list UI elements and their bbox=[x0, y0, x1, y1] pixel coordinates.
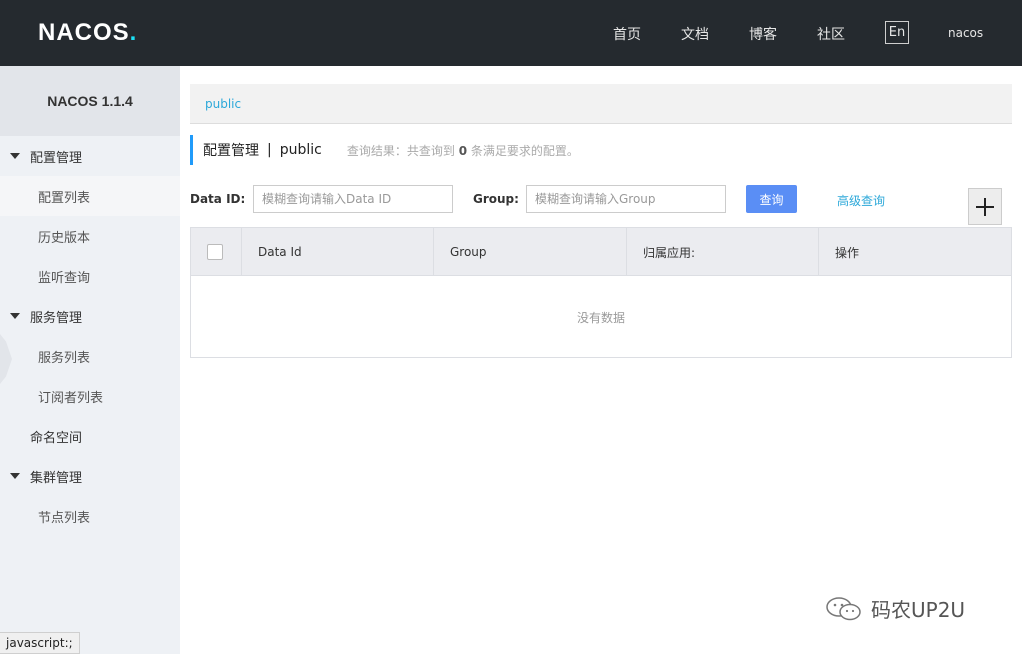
page-namespace: public bbox=[279, 142, 322, 158]
group-input[interactable] bbox=[526, 185, 726, 213]
title-separator: | bbox=[267, 142, 272, 158]
column-actions: 操作 bbox=[835, 245, 860, 260]
caret-down-icon bbox=[10, 153, 20, 159]
wechat-icon bbox=[826, 596, 861, 620]
nav-home[interactable]: 首页 bbox=[613, 24, 641, 44]
sidebar-title: NACOS 1.1.4 bbox=[0, 66, 180, 136]
sidebar: NACOS 1.1.4 配置管理 配置列表 历史版本 监听查询 服务管理 服务列… bbox=[0, 66, 180, 654]
sidebar-item-service-list[interactable]: 服务列表 bbox=[0, 336, 180, 376]
language-toggle-button[interactable]: En bbox=[885, 21, 909, 44]
user-name[interactable]: nacos bbox=[948, 26, 983, 40]
sidebar-item-node-list[interactable]: 节点列表 bbox=[0, 496, 180, 536]
sidebar-item-subscriber-list[interactable]: 订阅者列表 bbox=[0, 376, 180, 416]
select-all-cell bbox=[191, 228, 242, 276]
nav-community[interactable]: 社区 bbox=[817, 24, 845, 44]
nav-docs[interactable]: 文档 bbox=[681, 24, 709, 44]
sidebar-group-service[interactable]: 服务管理 bbox=[0, 296, 180, 336]
sidebar-item-config-list[interactable]: 配置列表 bbox=[0, 176, 180, 216]
sidebar-item-history[interactable]: 历史版本 bbox=[0, 216, 180, 256]
sidebar-group-config[interactable]: 配置管理 bbox=[0, 136, 180, 176]
column-data-id: Data Id bbox=[242, 228, 434, 276]
sidebar-item-namespace[interactable]: 命名空间 bbox=[0, 416, 180, 456]
namespace-link-public[interactable]: public bbox=[205, 97, 241, 111]
nav-blog[interactable]: 博客 bbox=[749, 24, 777, 44]
top-header: NACOS. 首页 文档 博客 社区 En nacos bbox=[0, 0, 1022, 66]
wechat-watermark: 码农UP2U bbox=[825, 594, 965, 623]
column-app: 归属应用: bbox=[627, 228, 819, 276]
namespace-breadcrumb: public bbox=[190, 84, 1012, 124]
group-label: Group: bbox=[473, 192, 519, 206]
sidebar-group-label: 配置管理 bbox=[30, 150, 83, 166]
logo-text: NACOS bbox=[38, 19, 130, 46]
result-count: 0 bbox=[458, 143, 468, 158]
nacos-logo[interactable]: NACOS. bbox=[38, 18, 137, 48]
caret-down-icon bbox=[10, 313, 20, 319]
sidebar-item-listen-query[interactable]: 监听查询 bbox=[0, 256, 180, 296]
sidebar-group-label: 集群管理 bbox=[30, 470, 83, 486]
advanced-query-link[interactable]: 高级查询 bbox=[837, 192, 885, 209]
column-group: Group bbox=[434, 228, 627, 276]
select-all-checkbox[interactable] bbox=[207, 244, 223, 260]
config-table: Data Id Group 归属应用: 操作 没有数据 bbox=[190, 227, 1012, 358]
sidebar-group-label: 服务管理 bbox=[30, 310, 83, 326]
caret-down-icon bbox=[10, 473, 20, 479]
data-id-label: Data ID: bbox=[190, 192, 246, 206]
query-button[interactable]: 查询 bbox=[746, 185, 797, 213]
sidebar-group-cluster[interactable]: 集群管理 bbox=[0, 456, 180, 496]
query-result-summary: 查询结果：共查询到 0 条满足要求的配置。 bbox=[346, 143, 579, 158]
add-config-button[interactable] bbox=[968, 188, 1002, 225]
page-title-bar: 配置管理 | public 查询结果：共查询到 0 条满足要求的配置。 bbox=[190, 135, 579, 165]
browser-status-bar: javascript:; bbox=[0, 632, 80, 654]
table-header: Data Id Group 归属应用: 操作 bbox=[191, 228, 1011, 276]
data-id-input[interactable] bbox=[253, 185, 453, 213]
watermark-text: 码农UP2U bbox=[871, 598, 966, 622]
table-empty-state: 没有数据 bbox=[576, 310, 625, 325]
page-title: 配置管理 bbox=[203, 143, 259, 159]
